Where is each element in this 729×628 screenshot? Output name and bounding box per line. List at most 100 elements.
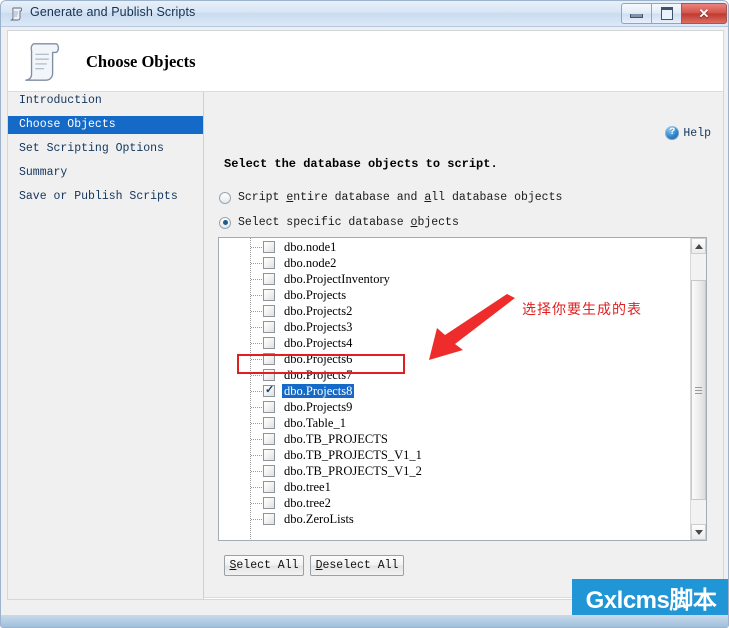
checkbox-unchecked[interactable] — [263, 257, 275, 269]
chevron-up-icon — [694, 243, 703, 249]
tree-row[interactable]: dbo.Projects3 — [219, 319, 691, 335]
tree-connector-line — [251, 311, 262, 312]
tree-connector-line — [251, 247, 262, 248]
script-document-icon — [10, 7, 23, 21]
tree-connector-line — [251, 471, 262, 472]
sidebar-item-save-or-publish-scripts[interactable]: Save or Publish Scripts — [8, 188, 203, 206]
checkbox-unchecked[interactable] — [263, 321, 275, 333]
tree-row[interactable]: dbo.tree2 — [219, 495, 691, 511]
minimize-button[interactable] — [621, 3, 651, 24]
section-heading: Select the database objects to script. — [224, 157, 498, 171]
tree-row[interactable]: dbo.TB_PROJECTS_V1_1 — [219, 447, 691, 463]
wizard-content: ? Help Select the database objects to sc… — [204, 92, 723, 599]
tree-row-label: dbo.node2 — [284, 256, 337, 270]
tree-row-label: dbo.ZeroLists — [284, 512, 354, 526]
object-tree-listbox[interactable]: dbo.node1 dbo.node2 dbo.ProjectInventory db… — [218, 237, 707, 541]
checkbox-unchecked[interactable] — [263, 289, 275, 301]
radio-indicator — [219, 216, 231, 229]
tree-connector-line — [251, 391, 262, 392]
tree-connector-line — [251, 327, 262, 328]
sidebar-item-set-scripting-options[interactable]: Set Scripting Options — [8, 140, 203, 158]
tree-row-label: dbo.TB_PROJECTS_V1_1 — [284, 448, 422, 462]
tree-row-label: dbo.Projects — [284, 288, 347, 302]
tree-row[interactable]: dbo.node2 — [219, 255, 691, 271]
checkbox-unchecked[interactable] — [263, 513, 275, 525]
tree-row-label: dbo.tree2 — [284, 496, 331, 510]
checkbox-unchecked[interactable] — [263, 433, 275, 445]
tree-row[interactable]: dbo.TB_PROJECTS_V1_2 — [219, 463, 691, 479]
tree-connector-line — [251, 279, 262, 280]
close-icon: ✕ — [698, 6, 710, 21]
tree-row-label: dbo.tree1 — [284, 480, 331, 494]
radio-select-specific-objects[interactable]: Select specific database objects — [219, 216, 459, 229]
tree-row[interactable]: dbo.Projects8 — [219, 383, 691, 399]
tree-row[interactable]: dbo.ZeroLists — [219, 511, 691, 527]
tree-vertical-scrollbar[interactable] — [690, 238, 706, 540]
checkbox-unchecked[interactable] — [263, 481, 275, 493]
tree-row[interactable]: dbo.Projects9 — [219, 399, 691, 415]
script-document-icon — [25, 43, 59, 81]
checkbox-unchecked[interactable] — [263, 305, 275, 317]
radio-script-entire-database[interactable]: Script entire database and all database … — [219, 191, 562, 204]
checkbox-unchecked[interactable] — [263, 449, 275, 461]
checkbox-unchecked[interactable] — [263, 337, 275, 349]
checkbox-unchecked[interactable] — [263, 273, 275, 285]
checkbox-unchecked[interactable] — [263, 417, 275, 429]
window-title: Generate and Publish Scripts — [30, 5, 196, 19]
tree-row-label: dbo.ProjectInventory — [284, 272, 390, 286]
help-label: Help — [683, 126, 711, 140]
select-all-button[interactable]: Select All — [224, 555, 304, 576]
restore-button[interactable] — [651, 3, 681, 24]
tree-connector-line — [251, 343, 262, 344]
tree-row-label: dbo.Projects6 — [284, 352, 353, 366]
tree-row[interactable]: dbo.tree1 — [219, 479, 691, 495]
scrollbar-thumb[interactable] — [691, 280, 706, 500]
tree-row[interactable]: dbo.Table_1 — [219, 415, 691, 431]
minimize-icon — [630, 14, 643, 18]
checkbox-unchecked[interactable] — [263, 241, 275, 253]
tree-row[interactable]: dbo.ProjectInventory — [219, 271, 691, 287]
tree-row-label: dbo.Projects4 — [284, 336, 353, 350]
sidebar-item-choose-objects[interactable]: Choose Objects — [8, 116, 203, 134]
tree-row-label: dbo.Projects2 — [284, 304, 353, 318]
tree-row[interactable]: dbo.Projects4 — [219, 335, 691, 351]
annotation-note: 选择你要生成的表 — [522, 301, 642, 317]
tree-row[interactable]: dbo.Projects6 — [219, 351, 691, 367]
watermark-text: Gxlcms脚本 — [585, 586, 717, 614]
radio-label: Script entire database and all database … — [238, 191, 563, 204]
watermark-badge: Gxlcms脚本 — [572, 579, 728, 615]
help-link[interactable]: ? Help — [665, 126, 711, 140]
deselect-all-button[interactable]: Deselect All — [310, 555, 404, 576]
tree-row[interactable]: dbo.Projects7 — [219, 367, 691, 383]
tree-row-label: dbo.Table_1 — [284, 416, 346, 430]
grip-icon — [695, 385, 702, 396]
close-button[interactable]: ✕ — [681, 3, 727, 24]
tree-connector-line — [251, 439, 262, 440]
sidebar-item-introduction[interactable]: Introduction — [8, 92, 203, 110]
tree-row-label: dbo.TB_PROJECTS_V1_2 — [284, 464, 422, 478]
checkbox-unchecked[interactable] — [263, 369, 275, 381]
title-bar: Generate and Publish Scripts ✕ — [1, 1, 728, 27]
deselect-all-label: Deselect All — [315, 559, 399, 572]
restore-icon — [660, 7, 673, 20]
tree-row-label: dbo.Projects9 — [284, 400, 353, 414]
tree-connector-line — [251, 263, 262, 264]
tree-connector-line — [251, 519, 262, 520]
sidebar-item-summary[interactable]: Summary — [8, 164, 203, 182]
tree-connector-line — [251, 359, 262, 360]
window-controls: ✕ — [621, 3, 727, 24]
checkbox-checked[interactable] — [263, 383, 275, 397]
checkbox-unchecked[interactable] — [263, 353, 275, 365]
checkbox-unchecked[interactable] — [263, 401, 275, 413]
tree-rows: dbo.node1 dbo.node2 dbo.ProjectInventory db… — [219, 239, 691, 527]
tree-connector-line — [251, 295, 262, 296]
radio-indicator — [219, 191, 231, 204]
page-title: Choose Objects — [86, 52, 196, 71]
checkbox-unchecked[interactable] — [263, 497, 275, 509]
tree-connector-line — [251, 423, 262, 424]
scroll-down-button[interactable] — [691, 524, 706, 540]
tree-row[interactable]: dbo.node1 — [219, 239, 691, 255]
checkbox-unchecked[interactable] — [263, 465, 275, 477]
tree-row[interactable]: dbo.TB_PROJECTS — [219, 431, 691, 447]
scroll-up-button[interactable] — [691, 238, 706, 254]
